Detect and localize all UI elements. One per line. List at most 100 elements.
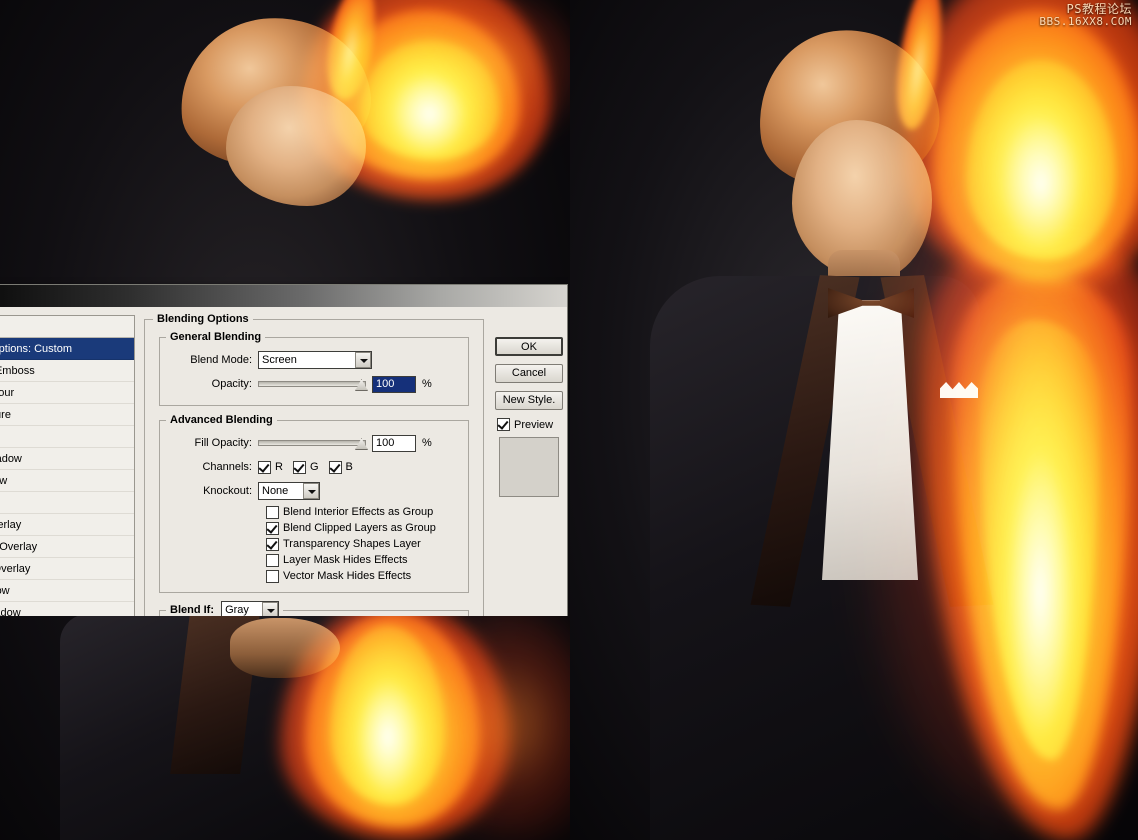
- opacity-row: Opacity: %: [166, 373, 462, 395]
- style-item-label: ending Options: Custom: [0, 343, 73, 355]
- layer-style-dialog[interactable]: r Style yles ending Options: Custom Beve…: [0, 284, 568, 616]
- blend-mode-label: Blend Mode:: [190, 354, 252, 366]
- layer-mask-hides-effects-row[interactable]: Layer Mask Hides Effects: [266, 552, 462, 568]
- style-item-label: Inner Shadow: [0, 453, 22, 465]
- sidebar-item-satin[interactable]: Satin: [0, 492, 134, 514]
- watermark: PS教程论坛 BBS.16XX8.COM: [1039, 2, 1132, 29]
- style-item-label: Outer Glow: [0, 585, 10, 597]
- channel-r-checkbox[interactable]: R: [258, 460, 283, 474]
- sidebar-item-stroke[interactable]: Stroke: [0, 426, 134, 448]
- blend-interior-effects-row[interactable]: Blend Interior Effects as Group: [266, 504, 462, 520]
- vector-mask-hides-effects-row[interactable]: Vector Mask Hides Effects: [266, 568, 462, 584]
- checkbox-icon[interactable]: [266, 505, 279, 519]
- watermark-line-1: PS教程论坛: [1066, 2, 1132, 16]
- blend-if-label: Blend If:: [170, 604, 214, 616]
- opacity-input[interactable]: [372, 375, 416, 393]
- checkbox-icon[interactable]: [266, 537, 279, 551]
- dialog-body: yles ending Options: Custom Bevel & Embo…: [0, 307, 567, 616]
- screenshot-root: PS教程论坛 BBS.16XX8.COM r Style yles ending…: [0, 0, 1138, 840]
- blend-clipped-layers-label: Blend Clipped Layers as Group: [283, 522, 436, 534]
- vector-mask-hides-effects-label: Vector Mask Hides Effects: [283, 570, 412, 582]
- general-blending-legend: General Blending: [170, 331, 262, 343]
- style-item-label: Gradient Overlay: [0, 541, 38, 553]
- blend-clipped-layers-row[interactable]: Blend Clipped Layers as Group: [266, 520, 462, 536]
- checkbox-icon: [258, 460, 271, 474]
- sidebar-item-inner-glow[interactable]: Inner Glow: [0, 470, 134, 492]
- blending-options-group: Blending Options General Blending Blend …: [144, 313, 484, 616]
- style-item-label: Bevel & Emboss: [0, 365, 35, 377]
- checkbox-icon: [292, 460, 306, 474]
- style-item-label: Inner Glow: [0, 475, 8, 487]
- preview-label: Preview: [514, 418, 554, 431]
- channels-label: Channels:: [202, 461, 252, 473]
- preview-thumbnail: [499, 437, 559, 497]
- styles-list[interactable]: yles ending Options: Custom Bevel & Embo…: [0, 315, 135, 616]
- checkbox-icon[interactable]: [266, 521, 279, 535]
- channel-b-checkbox[interactable]: B: [328, 460, 353, 474]
- ok-button[interactable]: OK: [495, 337, 563, 356]
- sidebar-item-outer-glow[interactable]: Outer Glow: [0, 580, 134, 602]
- blend-interior-effects-label: Blend Interior Effects as Group: [283, 506, 434, 518]
- style-item-label: Color Overlay: [0, 519, 22, 531]
- dialog-buttons-column: OK Cancel New Style. Preview: [495, 337, 565, 497]
- sidebar-item-blending-options[interactable]: ending Options: Custom: [0, 338, 134, 360]
- opacity-unit: %: [422, 378, 432, 390]
- style-item-label: Pattern Overlay: [0, 563, 31, 575]
- blend-mode-select-wrap[interactable]: Screen: [258, 351, 372, 369]
- new-style-button[interactable]: New Style.: [495, 391, 563, 410]
- style-item-label: Contour: [0, 387, 15, 399]
- blending-options-panel: Blending Options General Blending Blend …: [144, 313, 484, 616]
- fill-opacity-input[interactable]: [372, 434, 416, 452]
- sidebar-item-texture[interactable]: Texture: [0, 404, 134, 426]
- blend-mode-select[interactable]: Screen: [258, 351, 372, 369]
- knockout-select-wrap[interactable]: None: [258, 482, 320, 500]
- fill-opacity-row: Fill Opacity: %: [166, 432, 462, 454]
- dialog-titlebar[interactable]: r Style: [0, 285, 567, 307]
- checkbox-icon[interactable]: [266, 569, 279, 583]
- checkbox-icon[interactable]: [266, 553, 279, 567]
- blend-if-channel-wrap[interactable]: Gray: [221, 601, 280, 616]
- blend-if-legend-wrap: Blend If: Gray: [166, 601, 283, 616]
- fill-opacity-slider-track: [258, 440, 366, 446]
- canvas-background-right: [570, 0, 1138, 840]
- sidebar-item-gradient-overlay[interactable]: Gradient Overlay: [0, 536, 134, 558]
- layer-mask-hides-effects-label: Layer Mask Hides Effects: [283, 554, 408, 566]
- cancel-button[interactable]: Cancel: [495, 364, 563, 383]
- channel-g-label: G: [309, 461, 319, 473]
- channel-b-label: B: [345, 461, 353, 473]
- blend-if-group: Blend If: Gray This Layer: 0 255: [159, 601, 469, 616]
- style-item-label: Drop Shadow: [0, 607, 21, 616]
- opacity-slider[interactable]: [258, 378, 368, 391]
- blend-mode-row: Blend Mode: Screen: [166, 349, 462, 371]
- transparency-shapes-layer-row[interactable]: Transparency Shapes Layer: [266, 536, 462, 552]
- blend-if-channel-select[interactable]: Gray: [221, 601, 280, 616]
- knockout-row: Knockout: None: [166, 480, 462, 502]
- sidebar-item-pattern-overlay[interactable]: Pattern Overlay: [0, 558, 134, 580]
- layer-style-dialog-clip: r Style yles ending Options: Custom Beve…: [0, 142, 568, 616]
- fill-opacity-slider[interactable]: [258, 437, 368, 450]
- styles-list-header[interactable]: yles: [0, 316, 134, 338]
- advanced-blending-group: Advanced Blending Fill Opacity: % Chan: [159, 414, 469, 593]
- sidebar-item-contour[interactable]: Contour: [0, 382, 134, 404]
- opacity-slider-track: [258, 381, 366, 387]
- transparency-shapes-layer-label: Transparency Shapes Layer: [283, 538, 421, 550]
- sidebar-item-inner-shadow[interactable]: Inner Shadow: [0, 448, 134, 470]
- sidebar-item-bevel-emboss[interactable]: Bevel & Emboss: [0, 360, 134, 382]
- checkbox-icon: [328, 460, 342, 474]
- watermark-line-2: BBS.16XX8.COM: [1039, 15, 1132, 29]
- composite-preview-image-right: PS教程论坛 BBS.16XX8.COM: [570, 0, 1138, 840]
- styles-column: yles ending Options: Custom Bevel & Embo…: [0, 315, 135, 616]
- checkbox-icon[interactable]: [497, 418, 510, 431]
- opacity-label: Opacity:: [211, 378, 252, 390]
- channels-row: Channels: R G B: [166, 456, 462, 478]
- preview-checkbox-row[interactable]: Preview: [497, 418, 565, 431]
- sidebar-item-color-overlay[interactable]: Color Overlay: [0, 514, 134, 536]
- channel-r-label: R: [275, 461, 283, 473]
- channel-g-checkbox[interactable]: G: [292, 460, 319, 474]
- blending-options-legend: Blending Options: [157, 313, 249, 325]
- general-blending-group: General Blending Blend Mode: Screen Opac…: [159, 331, 469, 406]
- advanced-blending-legend: Advanced Blending: [170, 414, 273, 426]
- sidebar-item-drop-shadow[interactable]: Drop Shadow: [0, 602, 134, 616]
- knockout-label: Knockout:: [203, 485, 252, 497]
- knockout-select[interactable]: None: [258, 482, 320, 500]
